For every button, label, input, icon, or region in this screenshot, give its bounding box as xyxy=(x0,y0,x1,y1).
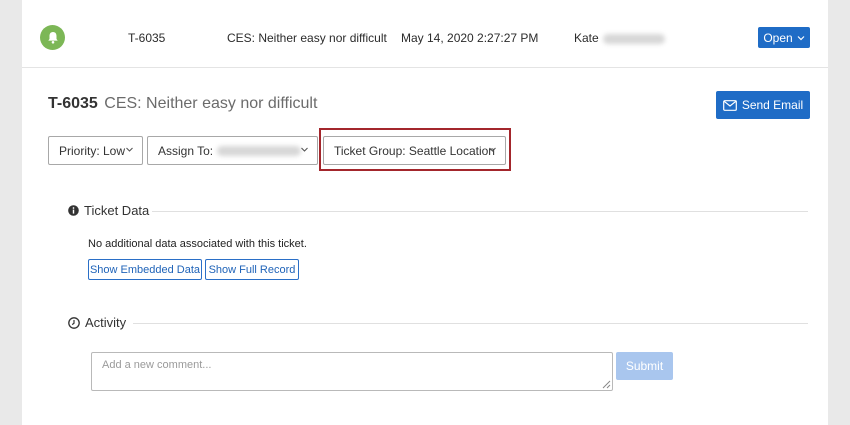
no-data-message: No additional data associated with this … xyxy=(88,238,307,250)
ticket-card: T-6035 CES: Neither easy nor difficult M… xyxy=(22,0,828,425)
ticket-data-title: Ticket Data xyxy=(84,203,150,218)
summary-subject: CES: Neither easy nor difficult xyxy=(227,31,387,45)
send-email-button[interactable]: Send Email xyxy=(716,91,810,119)
priority-dropdown[interactable]: Priority: Low xyxy=(48,136,143,165)
chevron-down-icon xyxy=(126,147,133,152)
chevron-down-icon xyxy=(301,147,308,152)
summary-ticket-id: T-6035 xyxy=(128,31,166,45)
page-title: T-6035 CES: Neither easy nor difficult xyxy=(48,95,317,113)
ticket-group-label: Ticket Group: Seattle Location xyxy=(334,143,495,158)
assign-to-dropdown[interactable]: Assign To: xyxy=(147,136,318,165)
clock-icon xyxy=(68,316,80,329)
summary-timestamp: May 14, 2020 2:27:27 PM xyxy=(401,31,539,45)
priority-label: Priority: Low xyxy=(59,143,126,158)
ticket-group-dropdown[interactable]: Ticket Group: Seattle Location xyxy=(323,136,506,165)
assign-to-label: Assign To: xyxy=(158,143,214,158)
title-subject: CES: Neither easy nor difficult xyxy=(104,95,318,112)
bell-icon xyxy=(40,25,65,50)
divider xyxy=(152,211,808,212)
show-full-record-button[interactable]: Show Full Record xyxy=(205,259,299,280)
submit-button[interactable]: Submit xyxy=(616,352,673,380)
activity-heading: Activity xyxy=(68,315,126,330)
status-label: Open xyxy=(763,30,793,45)
chevron-down-icon xyxy=(797,35,805,40)
activity-title: Activity xyxy=(85,315,127,330)
ticket-data-heading: Ticket Data xyxy=(68,203,149,218)
show-embedded-data-button[interactable]: Show Embedded Data xyxy=(88,259,202,280)
ticket-summary-row[interactable]: T-6035 CES: Neither easy nor difficult M… xyxy=(22,0,828,68)
info-icon xyxy=(68,205,79,216)
redacted-name xyxy=(602,33,665,44)
owner-first-name: Kate xyxy=(574,31,599,45)
title-ticket-id: T-6035 xyxy=(48,95,98,112)
send-email-label: Send Email xyxy=(741,98,804,112)
status-open-button[interactable]: Open xyxy=(758,27,810,48)
envelope-icon xyxy=(722,99,737,111)
resize-grip-icon[interactable] xyxy=(602,380,611,389)
summary-owner: Kate xyxy=(574,31,665,45)
redacted-assignee xyxy=(217,145,302,156)
chevron-down-icon xyxy=(489,147,496,152)
comment-input[interactable] xyxy=(91,352,613,391)
divider xyxy=(133,323,808,324)
